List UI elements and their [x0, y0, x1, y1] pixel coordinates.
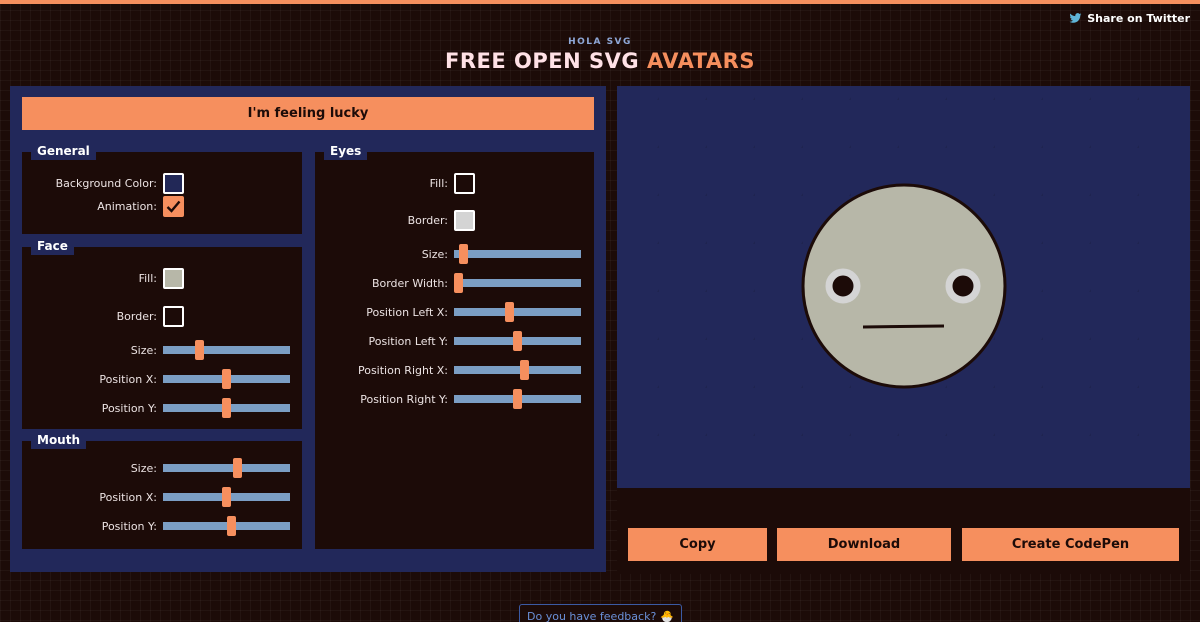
feedback-label: Do you have feedback? — [527, 609, 657, 622]
eyes-border-width-label: Border Width: — [371, 276, 448, 290]
eyes-size-slider[interactable] — [454, 244, 581, 264]
download-button[interactable]: Download — [777, 528, 951, 561]
twitter-bird-icon — [1069, 13, 1082, 23]
slider-thumb[interactable] — [222, 369, 231, 389]
slider-track — [163, 464, 290, 472]
title-orange-part: AVATARS — [646, 49, 755, 73]
mouth-size-slider[interactable] — [163, 458, 290, 478]
slider-thumb[interactable] — [459, 244, 468, 264]
slider-thumb[interactable] — [227, 516, 236, 536]
slider-thumb[interactable] — [222, 487, 231, 507]
eyes-fill-swatch[interactable] — [454, 172, 475, 194]
face-size-label: Size: — [130, 343, 157, 357]
eyes-border-label: Border: — [407, 213, 448, 227]
face-legend: Face — [31, 238, 74, 255]
slider-track — [454, 250, 581, 258]
mouth-legend: Mouth — [31, 432, 87, 449]
mouth-group: Mouth Size: Position X: Position Y: — [22, 432, 302, 549]
feeling-lucky-button[interactable]: I'm feeling lucky — [22, 97, 594, 130]
eyes-position-left-y-label: Position Left Y: — [368, 334, 448, 348]
share-label: Share on Twitter — [1087, 12, 1190, 25]
mouth-size-label: Size: — [130, 461, 157, 475]
avatar-mouth — [862, 324, 945, 329]
title-white-part: FREE OPEN SVG — [445, 49, 647, 73]
slider-thumb[interactable] — [454, 273, 463, 293]
face-group: Face Fill: Border: Size: Position X: Pos… — [22, 238, 302, 429]
eyes-size-label: Size: — [421, 247, 448, 261]
eyes-position-right-x-label: Position Right X: — [357, 363, 448, 377]
animation-label: Animation: — [97, 199, 157, 213]
animation-checkbox[interactable] — [163, 195, 184, 217]
eyes-legend: Eyes — [324, 143, 368, 160]
eyes-group: Eyes Fill: Border: Size: Border Width: P… — [315, 143, 594, 549]
avatar-right-eye — [945, 268, 981, 304]
eyes-fill-label: Fill: — [429, 176, 448, 190]
face-fill-label: Fill: — [138, 271, 157, 285]
face-position-x-label: Position X: — [99, 372, 157, 386]
avatar-canvas — [617, 86, 1190, 488]
slider-thumb[interactable] — [222, 398, 231, 418]
slider-thumb[interactable] — [513, 389, 522, 409]
page-title: FREE OPEN SVG AVATARS — [0, 49, 1200, 73]
checkmark-icon — [166, 200, 181, 213]
face-size-slider[interactable] — [163, 340, 290, 360]
background-color-label: Background Color: — [55, 176, 157, 190]
eyes-border-width-slider[interactable] — [454, 273, 581, 293]
top-accent-strip — [0, 0, 1200, 4]
general-group: General Background Color: Animation: — [22, 143, 302, 234]
slider-thumb[interactable] — [505, 302, 514, 322]
avatar-left-eye — [825, 268, 861, 304]
preview-panel: Copy Download Create CodePen — [617, 86, 1190, 574]
mouth-position-x-slider[interactable] — [163, 487, 290, 507]
eyes-border-swatch[interactable] — [454, 209, 475, 231]
face-position-y-label: Position Y: — [101, 401, 157, 415]
slider-track — [454, 308, 581, 316]
feedback-button[interactable]: Do you have feedback? 🐣 — [519, 604, 682, 622]
create-codepen-button[interactable]: Create CodePen — [962, 528, 1179, 561]
face-fill-swatch[interactable] — [163, 267, 184, 289]
mouth-position-y-label: Position Y: — [101, 519, 157, 533]
eyes-position-right-y-slider[interactable] — [454, 389, 581, 409]
avatar-svg — [617, 86, 1184, 454]
face-border-label: Border: — [116, 309, 157, 323]
slider-thumb[interactable] — [513, 331, 522, 351]
general-legend: General — [31, 143, 96, 160]
slider-thumb[interactable] — [195, 340, 204, 360]
face-border-swatch[interactable] — [163, 305, 184, 327]
eyes-position-left-y-slider[interactable] — [454, 331, 581, 351]
slider-track — [454, 366, 581, 374]
mouth-position-y-slider[interactable] — [163, 516, 290, 536]
background-color-swatch[interactable] — [163, 172, 184, 194]
slider-track — [454, 279, 581, 287]
copy-button[interactable]: Copy — [628, 528, 767, 561]
slider-thumb[interactable] — [520, 360, 529, 380]
eyes-position-left-x-slider[interactable] — [454, 302, 581, 322]
controls-panel: I'm feeling lucky General Background Col… — [10, 86, 606, 572]
slider-track — [163, 346, 290, 354]
chick-icon: 🐣 — [660, 609, 674, 622]
eyes-position-right-x-slider[interactable] — [454, 360, 581, 380]
face-position-x-slider[interactable] — [163, 369, 290, 389]
share-twitter-link[interactable]: Share on Twitter — [1069, 12, 1190, 25]
face-position-y-slider[interactable] — [163, 398, 290, 418]
eyes-position-right-y-label: Position Right Y: — [360, 392, 448, 406]
slider-thumb[interactable] — [233, 458, 242, 478]
mouth-position-x-label: Position X: — [99, 490, 157, 504]
eyes-position-left-x-label: Position Left X: — [366, 305, 448, 319]
brand-label: HOLA SVG — [568, 37, 632, 47]
